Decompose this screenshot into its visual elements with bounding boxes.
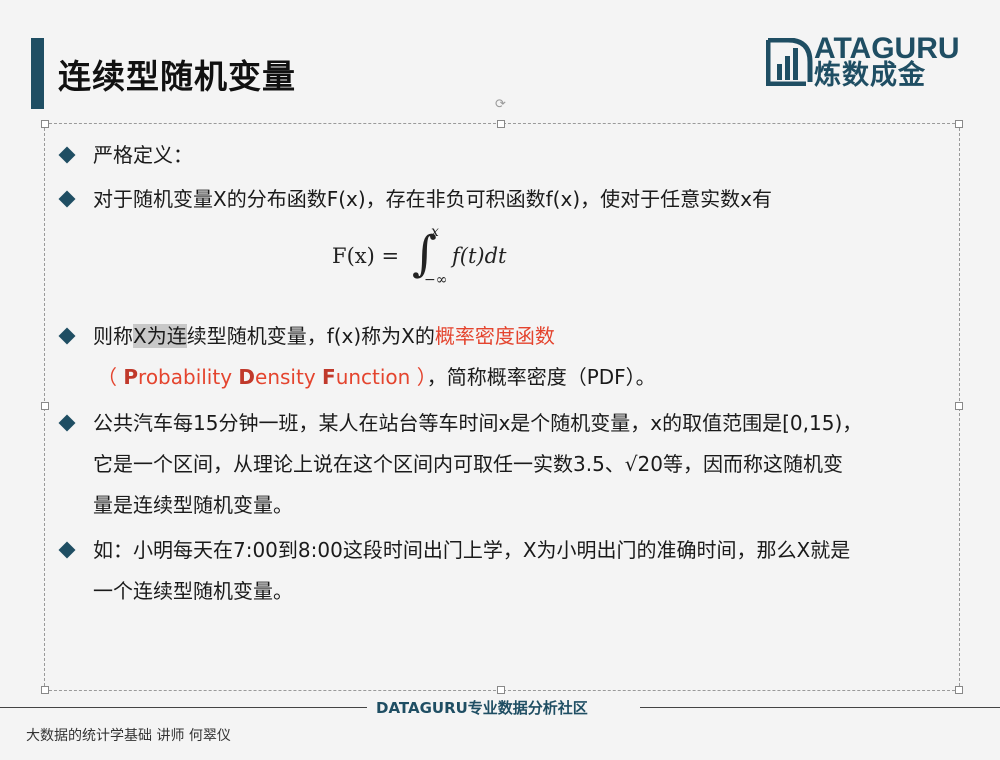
integral-upper-limit: x <box>431 224 439 240</box>
bullet-text-continued: 一个连续型随机变量。 <box>93 579 293 603</box>
resize-handle[interactable] <box>497 686 505 694</box>
text-segment: unction ） <box>335 365 427 389</box>
bullet-text: 对于随机变量X的分布函数F(x)，存在非负可积函数f(x)，使对于任意实数x有 <box>93 187 772 211</box>
resize-handle[interactable] <box>41 120 49 128</box>
resize-handle[interactable] <box>41 402 49 410</box>
resize-handle[interactable] <box>497 120 505 128</box>
pdf-term: 概率密度函数 <box>434 324 555 348</box>
slide-title: 连续型随机变量 <box>58 57 296 96</box>
integrand: f(t)dt <box>452 244 507 268</box>
bullet-text: 如：小明每天在7:00到8:00这段时间出门上学，X为小明出门的准确时间，那么X… <box>93 538 851 562</box>
logo-text-cn: 炼数成金 <box>814 60 926 91</box>
bullet-text: 则称X为连续型随机变量，f(x)称为X的概率密度函数 <box>93 323 555 349</box>
bullet-text: 公共汽车每15分钟一班，某人在站台等车时间x是个随机变量，x的取值范围是[0,1… <box>93 411 863 435</box>
pdf-initial: P <box>123 365 139 389</box>
pdf-initial: D <box>238 365 256 389</box>
resize-handle[interactable] <box>955 120 963 128</box>
pdf-initial: F <box>322 365 336 389</box>
footer-divider <box>640 707 1000 708</box>
integral-lower-limit: −∞ <box>424 272 448 288</box>
text-segment: ，简称概率密度（PDF）。 <box>426 365 656 389</box>
footer-brand: DATAGURU专业数据分析社区 <box>376 699 588 717</box>
title-accent-bar <box>31 38 44 109</box>
resize-handle[interactable] <box>41 686 49 694</box>
selected-text: X为连 <box>133 324 187 348</box>
integral-formula: F(x) = ∫ x −∞ f(t)dt <box>332 224 552 290</box>
dataguru-logo: ATAGURU 炼数成金 <box>766 34 966 91</box>
bullet-text-continued: 量是连续型随机变量。 <box>93 493 293 517</box>
text-segment: ensity <box>255 365 323 389</box>
resize-handle[interactable] <box>955 402 963 410</box>
text-segment: 则称 <box>93 324 133 348</box>
formula-left: F(x) = <box>332 244 400 268</box>
footer-divider <box>0 707 367 708</box>
text-segment: 续型随机变量，f(x)称为X的 <box>186 324 435 348</box>
logo-mark-icon <box>766 38 813 86</box>
bullet-text-continued: （ Probability Density Function ），简称概率密度（… <box>97 364 656 390</box>
text-segment: robability <box>138 365 239 389</box>
text-segment: （ <box>97 365 124 389</box>
bullet-text: 严格定义： <box>93 143 193 167</box>
bullet-text-continued: 它是一个区间，从理论上说在这个区间内可取任一实数3.5、√20等，因而称这随机变 <box>93 452 843 476</box>
resize-handle[interactable] <box>955 686 963 694</box>
rotate-handle-icon[interactable]: ⟳ <box>495 98 507 111</box>
footer-course-info: 大数据的统计学基础 讲师 何翠仪 <box>26 728 231 744</box>
